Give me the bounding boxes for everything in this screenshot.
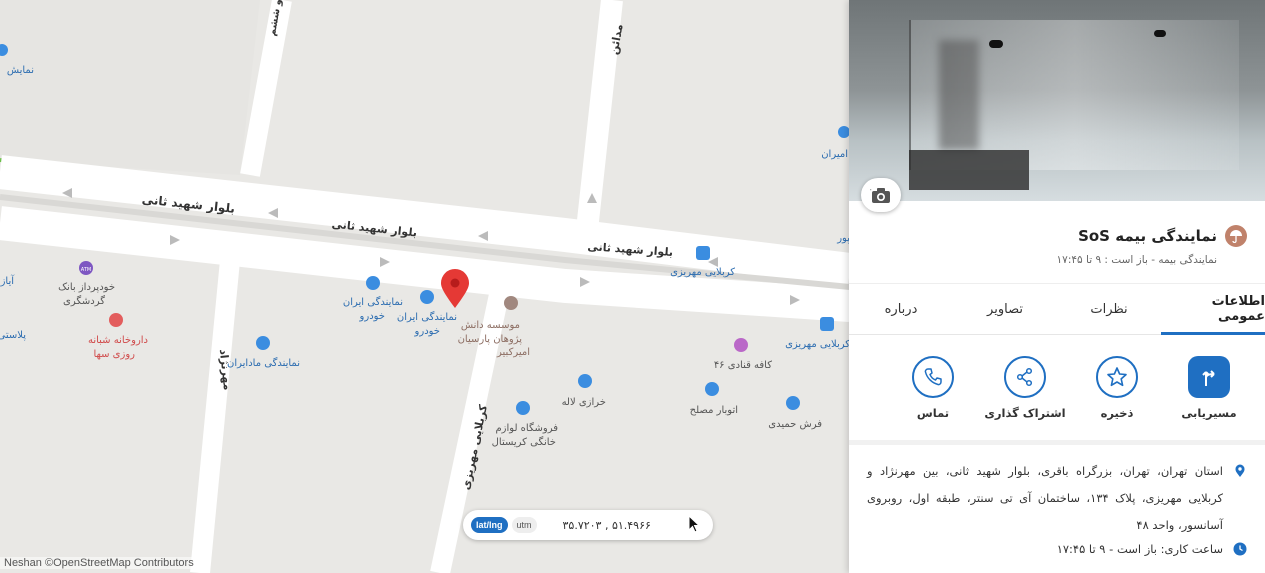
svg-text:خودپرداز بانک: خودپرداز بانک <box>58 282 115 293</box>
share-icon <box>1016 367 1033 387</box>
svg-text:نمایش: نمایش <box>7 65 34 76</box>
add-photo-button[interactable]: + <box>861 178 901 212</box>
map-attribution: Neshan ©OpenStreetMap Contributors <box>0 557 198 569</box>
svg-text:کربلایی مهریزی: کربلایی مهریزی <box>785 339 850 350</box>
svg-text:آیاز: آیاز <box>0 274 15 287</box>
directions-button[interactable]: مسیریابی <box>1163 356 1255 426</box>
coordinate-readout: ۳۵.۷۲۰۳ , ۵۱.۴۹۶۶ <box>562 518 651 532</box>
latlng-toggle[interactable]: lat/lng <box>471 517 508 533</box>
svg-text:نمایندگی ایران: نمایندگی ایران <box>343 296 403 308</box>
svg-text:موسسه دانش: موسسه دانش <box>461 320 520 331</box>
tab-reviews[interactable]: نظرات <box>1057 284 1161 334</box>
place-subtitle: نمایندگی بیمه - باز است : ۹ تا ۱۷:۴۵ <box>1056 254 1217 266</box>
svg-text:پلاستی: پلاستی <box>0 330 26 341</box>
svg-text:فروشگاه لوازم: فروشگاه لوازم <box>495 422 558 434</box>
svg-text:روزی سها: روزی سها <box>93 349 135 360</box>
clock-icon <box>1233 542 1247 556</box>
call-label: تماس <box>916 406 950 420</box>
share-label: اشتراک گذاری <box>984 406 1066 420</box>
coordinate-bar: lat/lng utm ۳۵.۷۲۰۳ , ۵۱.۴۹۶۶ <box>463 510 713 540</box>
opening-hours: ساعت کاری: باز است - ۹ تا ۱۷:۴۵ <box>1056 542 1223 556</box>
place-photo[interactable] <box>849 0 1265 201</box>
svg-text:خودرو: خودرو <box>359 311 385 322</box>
tab-general-info[interactable]: اطلاعات عمومی <box>1161 284 1265 335</box>
panel-tabs: اطلاعات عمومی نظرات تصاویر درباره <box>849 283 1265 335</box>
poi-ayaz[interactable]: آیاز <box>0 274 15 287</box>
tab-photos[interactable]: تصاویر <box>953 284 1057 334</box>
svg-text:نمایندگی مادایران: نمایندگی مادایران <box>227 357 300 369</box>
phone-icon <box>924 368 942 386</box>
camera-icon: + <box>870 186 890 203</box>
svg-text:+: + <box>870 186 872 194</box>
svg-text:داروخانه شبانه: داروخانه شبانه <box>88 335 148 346</box>
svg-text:کافه قنادی ۴۶: کافه قنادی ۴۶ <box>714 360 772 371</box>
umbrella-icon <box>1225 225 1247 247</box>
utm-toggle[interactable]: utm <box>511 517 537 533</box>
star-icon <box>1107 367 1127 387</box>
place-title-row: نمایندگی بیمه SoS <box>1078 225 1247 247</box>
tab-about[interactable]: درباره <box>849 284 953 334</box>
call-button[interactable]: تماس <box>887 356 979 426</box>
location-pin-icon <box>1235 464 1245 477</box>
svg-text:امیران: امیران <box>821 149 848 160</box>
address-row: استان تهران، تهران، بزرگراه باقری، بلوار… <box>867 458 1247 539</box>
svg-text:خرازی لاله: خرازی لاله <box>562 397 606 408</box>
divider <box>849 440 1265 445</box>
svg-text:خانگی کریستال: خانگی کریستال <box>492 436 556 448</box>
svg-text:ATM: ATM <box>81 267 91 273</box>
svg-text:اتوبار مصلح: اتوبار مصلح <box>690 405 738 416</box>
directions-icon <box>1202 370 1215 386</box>
svg-text:خودرو: خودرو <box>414 326 440 337</box>
svg-text:پژوهان پارسیان: پژوهان پارسیان <box>458 334 523 345</box>
place-title: نمایندگی بیمه SoS <box>1078 227 1217 245</box>
poi-plasti[interactable]: پلاستی <box>0 330 26 341</box>
svg-text:نمایندگی ایران: نمایندگی ایران <box>397 311 457 323</box>
place-details-panel: + نمایندگی بیمه SoS نمایندگی بیمه - باز … <box>849 0 1265 573</box>
address-text: استان تهران، تهران، بزرگراه باقری، بلوار… <box>867 464 1223 532</box>
save-button[interactable]: ذخیره <box>1071 356 1163 426</box>
svg-text:کربلایی مهریزی: کربلایی مهریزی <box>670 267 735 278</box>
svg-text:گردشگری: گردشگری <box>63 295 105 307</box>
directions-label: مسیریابی <box>1181 406 1237 420</box>
svg-text:فرش حمیدی: فرش حمیدی <box>768 419 822 430</box>
mouse-cursor-icon <box>688 515 701 533</box>
save-label: ذخیره <box>1100 406 1134 420</box>
svg-text:امیرکبیر: امیرکبیر <box>496 347 530 358</box>
action-buttons: مسیریابی ذخیره اشتراک گذاری تماس <box>849 356 1265 426</box>
hours-row: ساعت کاری: باز است - ۹ تا ۱۷:۴۵ <box>1057 542 1247 556</box>
share-button[interactable]: اشتراک گذاری <box>979 356 1071 426</box>
